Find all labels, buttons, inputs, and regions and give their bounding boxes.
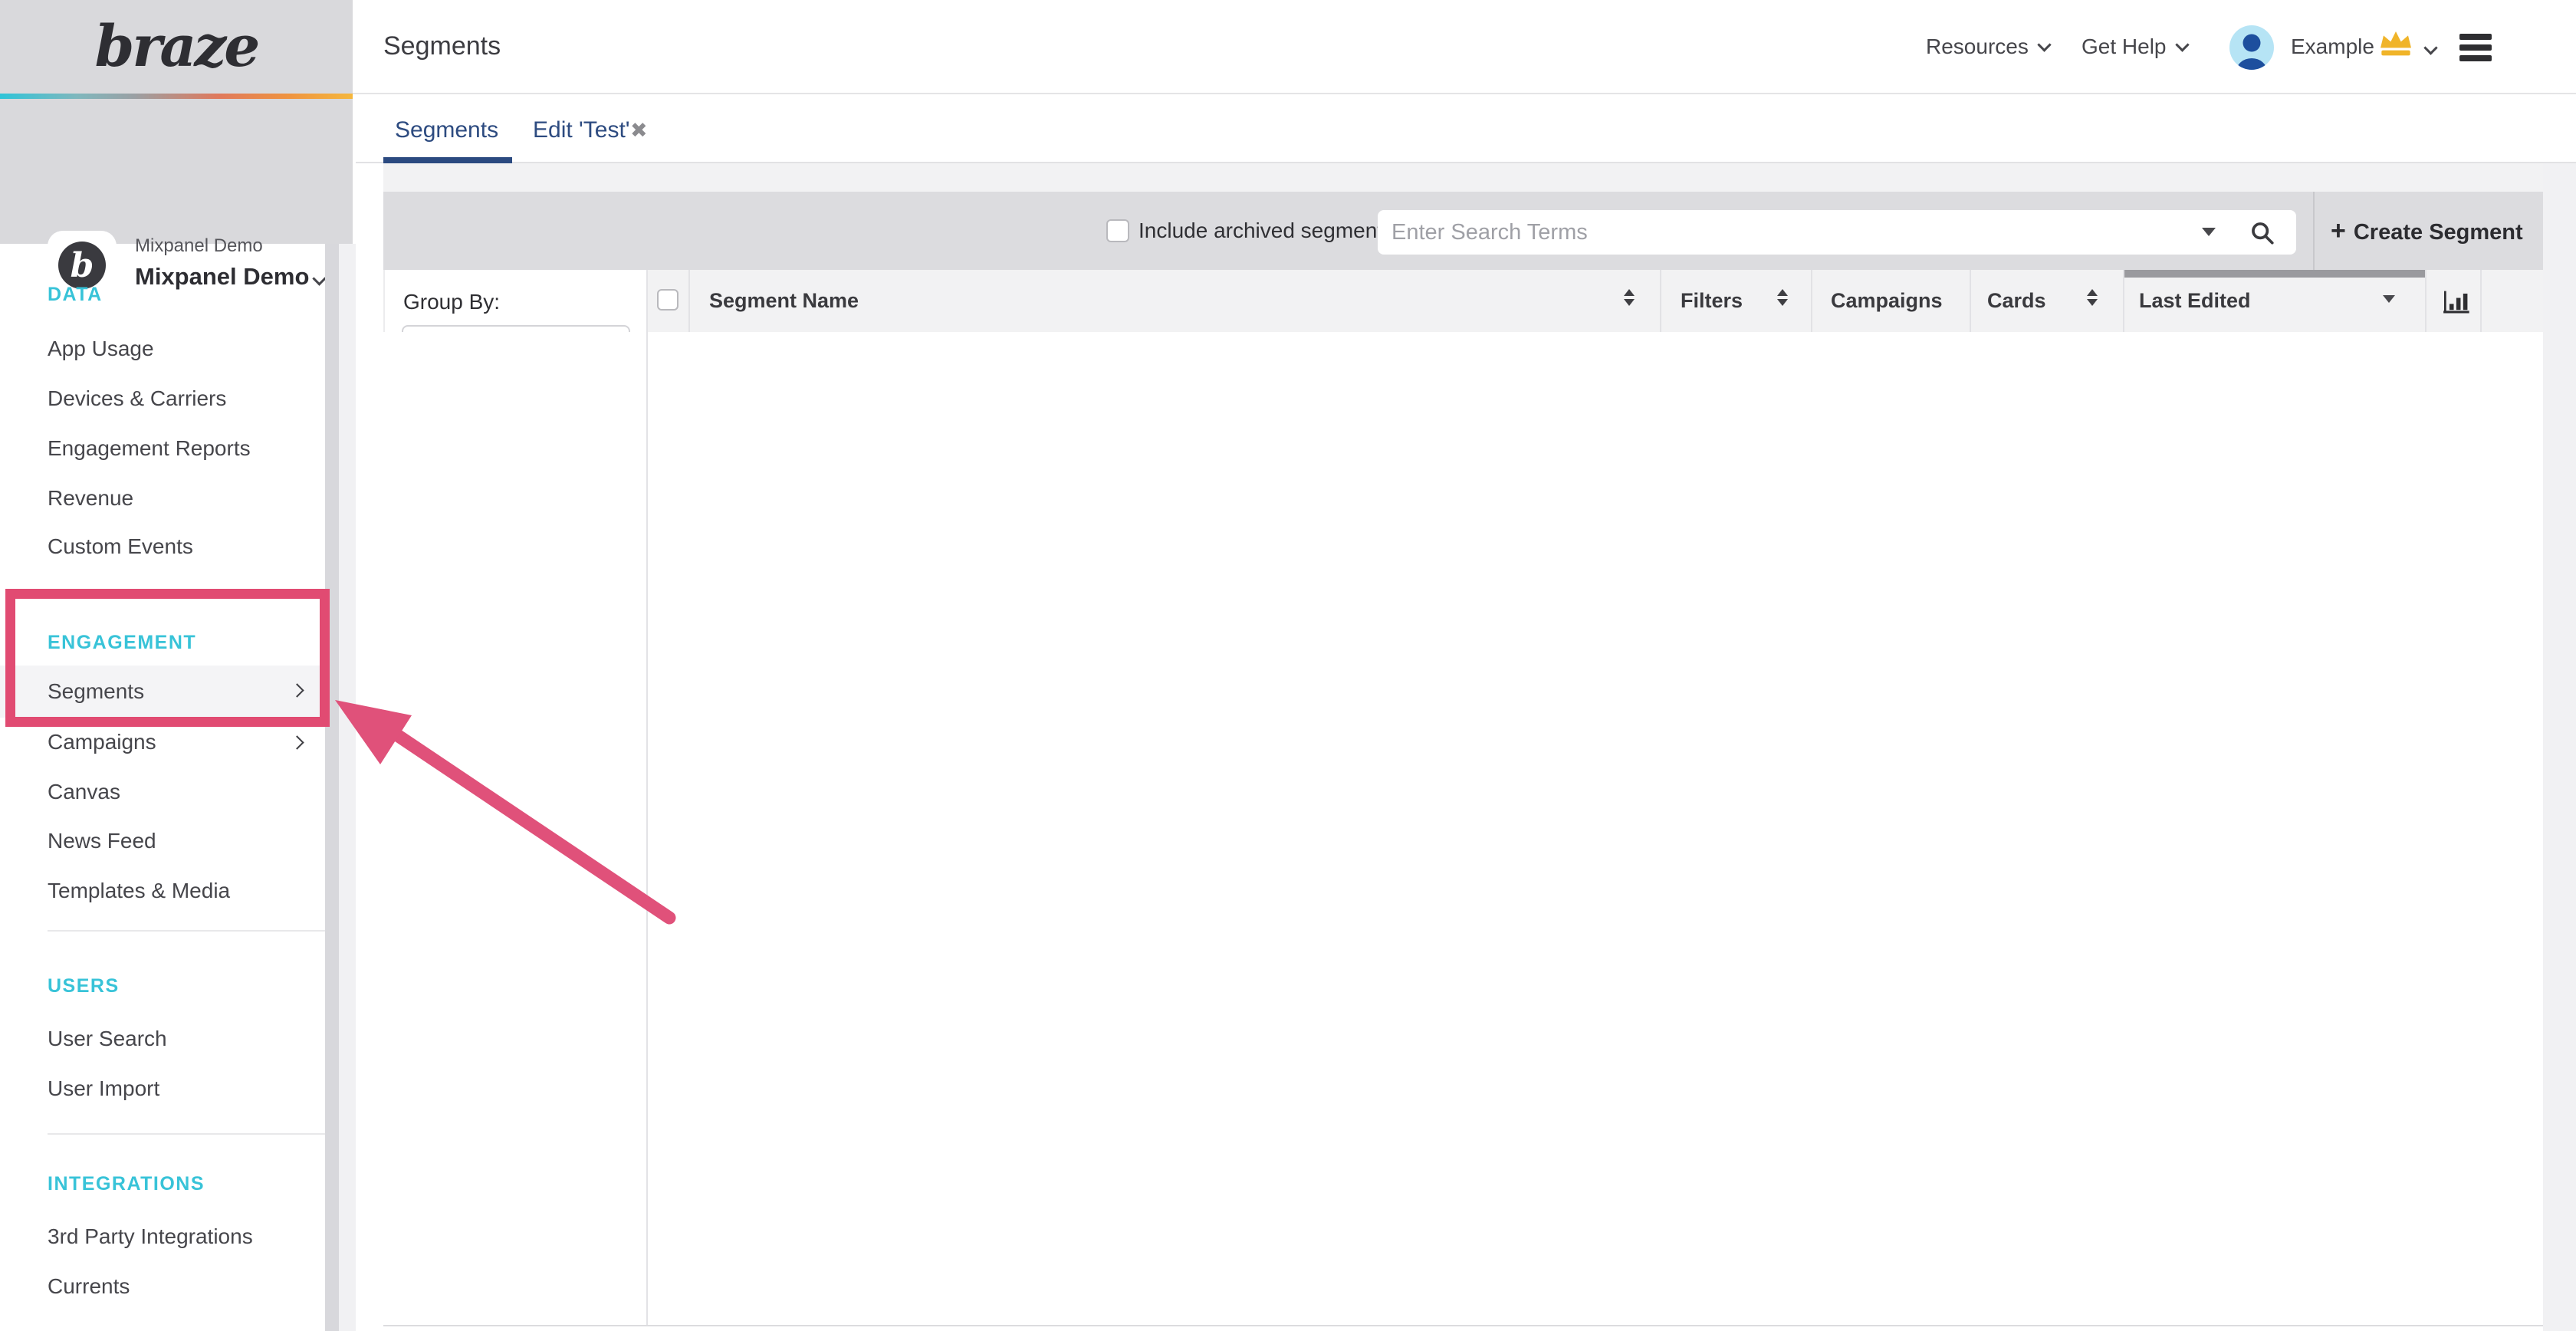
page-right-gutter [2543, 163, 2576, 1331]
create-segment-button[interactable]: + Create Segment [2331, 192, 2523, 270]
sidebar-item-custom-events[interactable]: Custom Events [0, 522, 325, 571]
column-divider [1660, 270, 1661, 332]
get-help-menu[interactable]: Get Help [2082, 0, 2187, 93]
resources-label: Resources [1926, 35, 2029, 58]
column-header-segment-name[interactable]: Segment Name [709, 270, 859, 332]
get-help-label: Get Help [2082, 35, 2167, 58]
braze-logo-text: braze [95, 14, 258, 80]
column-divider [688, 270, 690, 332]
toolbar-divider [2313, 192, 2315, 270]
column-header-last-edited[interactable]: Last Edited [2139, 270, 2251, 332]
sidebar-item-templates-media[interactable]: Templates & Media [0, 866, 325, 915]
user-menu[interactable]: Example [2291, 0, 2374, 93]
search-input[interactable] [1392, 212, 2158, 253]
column-divider [2425, 270, 2426, 332]
chevron-right-icon [290, 683, 304, 697]
crown-icon [2377, 28, 2414, 63]
include-archived-checkbox[interactable] [1106, 219, 1129, 242]
hamburger-menu-icon[interactable] [2459, 34, 2492, 61]
sidebar-divider [48, 930, 325, 932]
column-divider [2123, 270, 2124, 332]
person-icon [2229, 25, 2274, 70]
workspace-label: Mixpanel Demo [135, 235, 263, 257]
topbar-divider [353, 93, 2576, 94]
table-bottom-border [383, 1325, 2543, 1326]
user-avatar[interactable] [2229, 25, 2274, 70]
column-divider [1811, 270, 1812, 332]
group-by-panel-border [383, 332, 648, 1325]
analytics-column-icon[interactable] [2443, 287, 2472, 316]
sort-icon[interactable] [1624, 289, 1635, 312]
sidebar-item-label: Segments [48, 679, 144, 703]
create-segment-label: Create Segment [2354, 220, 2523, 245]
sidebar-item-campaigns[interactable]: Campaigns [0, 718, 325, 767]
chevron-down-icon [2175, 38, 2189, 51]
sidebar-section-data: DATA [48, 273, 301, 316]
sidebar-item-devices-carriers[interactable]: Devices & Carriers [0, 374, 325, 423]
sidebar-item-currents[interactable]: Currents [0, 1262, 325, 1311]
resources-menu[interactable]: Resources [1926, 0, 2049, 93]
sidebar-item-3rd-party-integrations[interactable]: 3rd Party Integrations [0, 1212, 325, 1261]
plus-icon: + [2331, 216, 2346, 245]
search-dropdown-caret-icon[interactable] [2202, 228, 2216, 236]
chevron-down-icon [312, 271, 326, 285]
sidebar-item-news-feed[interactable]: News Feed [0, 817, 325, 866]
sidebar-scroll-gutter [339, 244, 356, 1331]
chevron-down-icon [2037, 38, 2051, 51]
close-icon[interactable]: ✖ [630, 106, 648, 155]
group-by-label: Group By: [403, 290, 500, 314]
workspace-switcher[interactable]: b Mixpanel Demo Mixpanel Demo [0, 99, 353, 244]
brand-gradient-divider [0, 94, 353, 99]
column-header-cards[interactable]: Cards [1987, 270, 2046, 332]
sidebar-item-user-search[interactable]: User Search [0, 1014, 325, 1063]
include-archived-label: Include archived segments [1138, 192, 1394, 270]
user-name: Example [2291, 35, 2374, 58]
sidebar-item-segments[interactable]: Segments [0, 666, 325, 718]
sort-icon[interactable] [2087, 289, 2098, 312]
table-header [648, 270, 2543, 332]
active-tab-underline [383, 157, 512, 163]
column-header-filters[interactable]: Filters [1681, 270, 1743, 332]
column-header-campaigns[interactable]: Campaigns [1831, 270, 1943, 332]
sidebar-divider [48, 1133, 325, 1135]
sidebar-scrollbar[interactable] [325, 244, 339, 1331]
sidebar-section-users: USERS [48, 965, 301, 1007]
sidebar-section-engagement: ENGAGEMENT [48, 621, 301, 664]
tab-edit-test[interactable]: Edit 'Test' [533, 106, 630, 155]
column-divider [1970, 270, 1971, 332]
search-icon[interactable] [2249, 220, 2275, 246]
sidebar-item-engagement-reports[interactable]: Engagement Reports [0, 424, 325, 473]
tab-segments[interactable]: Segments [395, 106, 498, 155]
column-divider [2480, 270, 2482, 332]
table-body-empty [383, 332, 2543, 1325]
sidebar-item-user-import[interactable]: User Import [0, 1064, 325, 1113]
sidebar-item-label: Campaigns [48, 730, 156, 754]
sidebar-item-revenue[interactable]: Revenue [0, 474, 325, 523]
sort-desc-icon[interactable] [2383, 295, 2395, 303]
sidebar-item-canvas[interactable]: Canvas [0, 767, 325, 817]
chevron-right-icon [290, 735, 304, 749]
braze-logo: braze [0, 0, 353, 94]
sidebar-item-app-usage[interactable]: App Usage [0, 324, 325, 373]
page-title: Segments [383, 0, 501, 93]
chevron-down-icon[interactable] [2423, 41, 2437, 54]
select-all-checkbox[interactable] [657, 289, 678, 311]
sidebar-section-integrations: INTEGRATIONS [48, 1162, 301, 1205]
sort-icon[interactable] [1777, 289, 1788, 312]
